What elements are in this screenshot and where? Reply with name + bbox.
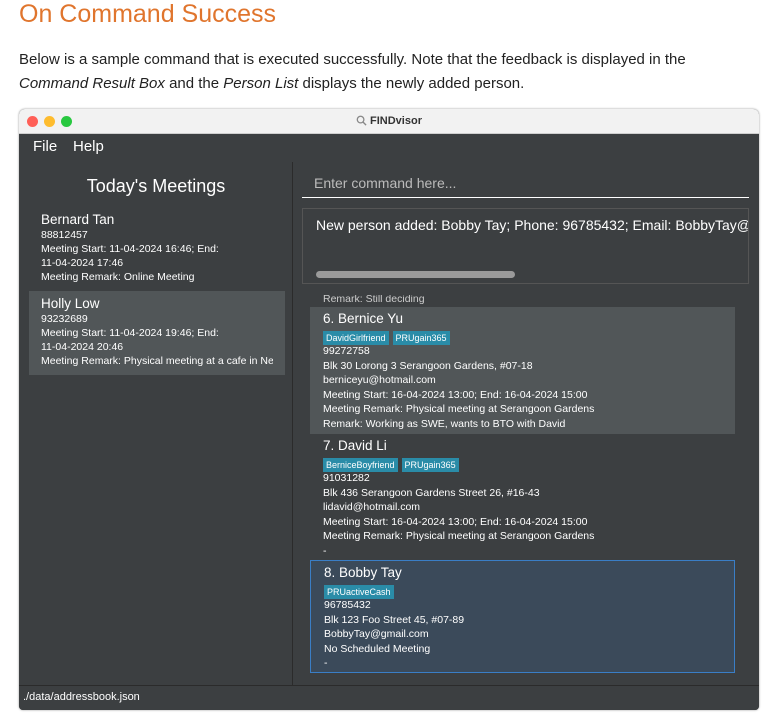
person-name: 7. David Li (323, 438, 387, 453)
command-result-text: New person added: Bobby Tay; Phone: 9678… (316, 217, 749, 233)
meeting-phone: 93232689 (41, 313, 88, 325)
tag: DavidGirlfriend (323, 331, 389, 345)
person-phone: 96785432 (324, 599, 371, 611)
meetings-title: Today's Meetings (86, 176, 226, 196)
window-title: FINDvisor (19, 109, 759, 134)
meeting-phone: 88812457 (41, 229, 88, 241)
title-bar: FINDvisor (19, 109, 759, 134)
meeting-start: Meeting Start: 11-04-2024 16:46; End: (41, 243, 219, 255)
person-tags: PRUactiveCash (324, 582, 721, 599)
person-email: berniceyu@hotmail.com (323, 374, 436, 386)
command-box (302, 168, 749, 198)
person-phone: 99272758 (323, 345, 370, 357)
person-meeting-remark: Meeting Remark: Physical meeting at Sera… (323, 403, 595, 415)
person-meeting: Meeting Start: 16-04-2024 13:00; End: 16… (323, 515, 588, 528)
person-meeting-remark: Meeting Remark: Physical meeting at Sera… (323, 530, 595, 542)
meeting-card[interactable]: Bernard Tan 88812457 Meeting Start: 11-0… (29, 207, 285, 291)
description-paragraph: Below is a sample command that is execut… (19, 51, 686, 92)
person-list: Remark: Still deciding 6. Bernice Yu Dav… (305, 295, 749, 681)
meeting-end: 11-04-2024 20:46 (41, 341, 124, 353)
meeting-name: Bernard Tan (41, 212, 115, 227)
meeting-remark: Meeting Remark: Physical meeting at a ca… (41, 355, 273, 367)
data-file-path: ./data/addressbook.json (23, 691, 140, 703)
person-name: 6. Bernice Yu (323, 311, 404, 326)
person-meeting: Meeting Start: 16-04-2024 13:00; End: 16… (323, 388, 588, 401)
meetings-panel: Today's Meetings Bernard Tan 88812457 Me… (19, 162, 293, 685)
meeting-remark: Meeting Remark: Online Meeting (41, 271, 195, 283)
person-address: Blk 436 Serangoon Gardens Street 26, #16… (323, 486, 540, 499)
person-meeting: No Scheduled Meeting (324, 642, 431, 655)
tag: PRUactiveCash (324, 585, 394, 599)
meeting-start: Meeting Start: 11-04-2024 19:46; End: (41, 327, 219, 339)
menu-file[interactable]: File (33, 138, 57, 155)
person-address: Blk 123 Foo Street 45, #07-89 (324, 613, 465, 626)
main-panel: New person added: Bobby Tay; Phone: 9678… (294, 162, 759, 685)
person-remark: - (324, 657, 328, 669)
result-horizontal-scrollbar[interactable] (316, 271, 515, 278)
status-bar: ./data/addressbook.json (19, 685, 759, 710)
person-email: BobbyTay@gmail.com (324, 628, 429, 640)
clipped-remark: Remark: Still deciding (323, 295, 425, 304)
person-name: 8. Bobby Tay (324, 565, 402, 580)
command-result-box: New person added: Bobby Tay; Phone: 9678… (302, 208, 749, 284)
menu-help[interactable]: Help (73, 138, 104, 155)
app-window: FINDvisor File Help Today's Meetings Ber… (19, 109, 759, 710)
person-remark: - (323, 544, 327, 557)
tag: PRUgain365 (392, 331, 450, 345)
person-address: Blk 30 Lorong 3 Serangoon Gardens, #07-1… (323, 359, 533, 372)
meeting-name: Holly Low (41, 296, 100, 311)
person-tags: BerniceBoyfriend PRUgain365 (323, 455, 722, 472)
menu-bar: File Help (19, 134, 759, 162)
command-input[interactable] (302, 168, 749, 197)
tag: PRUgain365 (401, 458, 459, 472)
meeting-card[interactable]: Holly Low 93232689 Meeting Start: 11-04-… (29, 291, 285, 375)
section-heading: On Command Success (19, 0, 277, 28)
person-card-selected[interactable]: 8. Bobby Tay PRUactiveCash 96785432 Blk … (310, 560, 735, 673)
person-card[interactable]: 6. Bernice Yu DavidGirlfriend PRUgain365 … (310, 307, 735, 434)
meeting-end: 11-04-2024 17:46 (41, 257, 124, 269)
person-email: lidavid@hotmail.com (323, 501, 421, 513)
tag: BerniceBoyfriend (323, 458, 398, 472)
person-phone: 91031282 (323, 472, 370, 484)
person-tags: DavidGirlfriend PRUgain365 (323, 328, 722, 345)
search-icon (356, 115, 367, 126)
person-remark: Remark: Working as SWE, wants to BTO wit… (323, 417, 566, 430)
person-card[interactable]: 7. David Li BerniceBoyfriend PRUgain365 9… (310, 434, 735, 560)
